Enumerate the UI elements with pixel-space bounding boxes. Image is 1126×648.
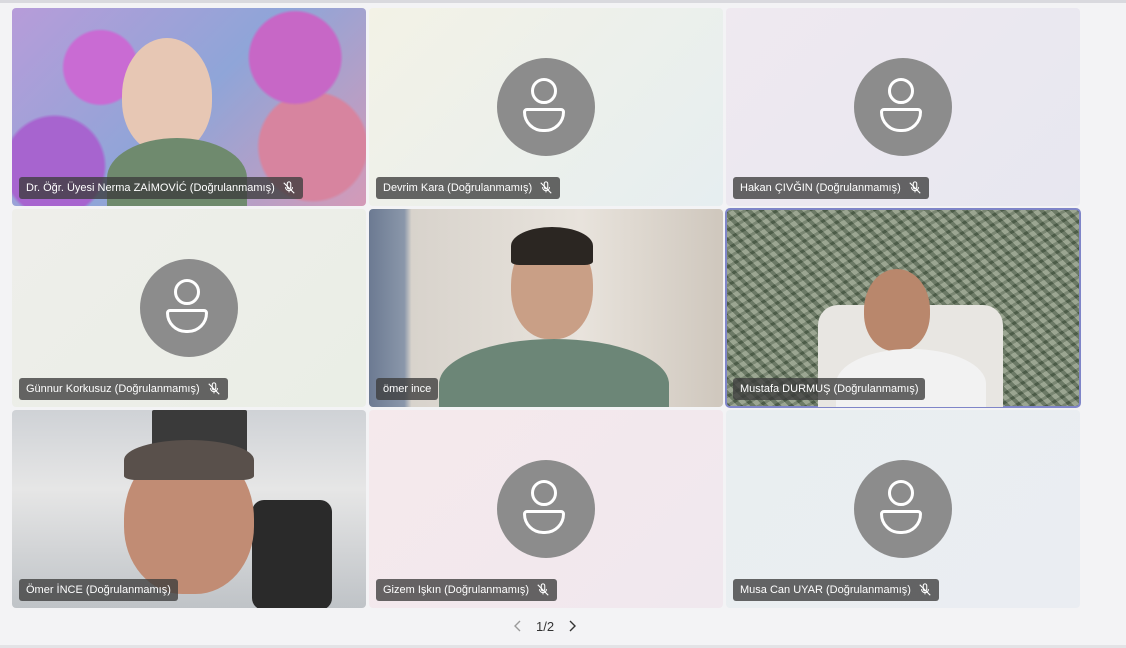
- mic-off-icon: [536, 583, 550, 597]
- mic-off-icon: [282, 181, 296, 195]
- top-edge: [0, 0, 1126, 3]
- participant-tile[interactable]: Ömer İNCE (Doğrulanmamış): [12, 410, 366, 608]
- participant-tile[interactable]: Musa Can UYAR (Doğrulanmamış): [726, 410, 1080, 608]
- participant-tile[interactable]: Hakan ÇIVĞIN (Doğrulanmamış): [726, 8, 1080, 206]
- participant-tile[interactable]: Günnur Korkusuz (Doğrulanmamış): [12, 209, 366, 407]
- mic-off-icon: [539, 181, 553, 195]
- participant-name-label: Günnur Korkusuz (Doğrulanmamış): [19, 378, 228, 400]
- participant-video-hair: [511, 227, 593, 265]
- page-indicator: 1/2: [536, 618, 555, 634]
- participant-video-hair: [124, 440, 254, 480]
- participant-video-body: [439, 339, 669, 407]
- participant-name-label: Dr. Öğr. Üyesi Nerma ZAİMOVİĆ (Doğrulanm…: [19, 177, 303, 199]
- mic-off-icon: [207, 382, 221, 396]
- participant-name-label: Hakan ÇIVĞIN (Doğrulanmamış): [733, 177, 929, 199]
- mic-off-icon: [908, 181, 922, 195]
- participant-video: [122, 38, 212, 153]
- person-icon: [497, 460, 595, 558]
- participant-name-label: ömer ince: [376, 378, 439, 400]
- participant-name-label: Devrim Kara (Doğrulanmamış): [376, 177, 561, 199]
- person-icon: [497, 58, 595, 156]
- participant-tile[interactable]: Devrim Kara (Doğrulanmamış): [369, 8, 723, 206]
- person-icon: [854, 58, 952, 156]
- participant-tile[interactable]: Gizem Işkın (Doğrulanmamış): [369, 410, 723, 608]
- person-icon: [140, 259, 238, 357]
- participant-tile[interactable]: Dr. Öğr. Üyesi Nerma ZAİMOVİĆ (Doğrulanm…: [12, 8, 366, 206]
- participant-tile-active[interactable]: Mustafa DURMUŞ (Doğrulanmamış): [725, 208, 1081, 408]
- participant-name-label: Mustafa DURMUŞ (Doğrulanmamış): [733, 378, 926, 400]
- chevron-right-icon[interactable]: [564, 618, 580, 634]
- person-icon: [854, 460, 952, 558]
- participant-name-label: Musa Can UYAR (Doğrulanmamış): [733, 579, 939, 601]
- participant-name-label: Ömer İNCE (Doğrulanmamış): [19, 579, 178, 601]
- participant-video-chair: [252, 500, 332, 608]
- participant-video: [864, 269, 930, 351]
- pagination: 1/2: [510, 616, 580, 636]
- video-grid: Dr. Öğr. Üyesi Nerma ZAİMOVİĆ (Doğrulanm…: [12, 8, 1081, 608]
- participant-tile[interactable]: ömer ince: [369, 209, 723, 407]
- mic-off-icon: [918, 583, 932, 597]
- chevron-left-icon[interactable]: [510, 618, 526, 634]
- participant-name-label: Gizem Işkın (Doğrulanmamış): [376, 579, 558, 601]
